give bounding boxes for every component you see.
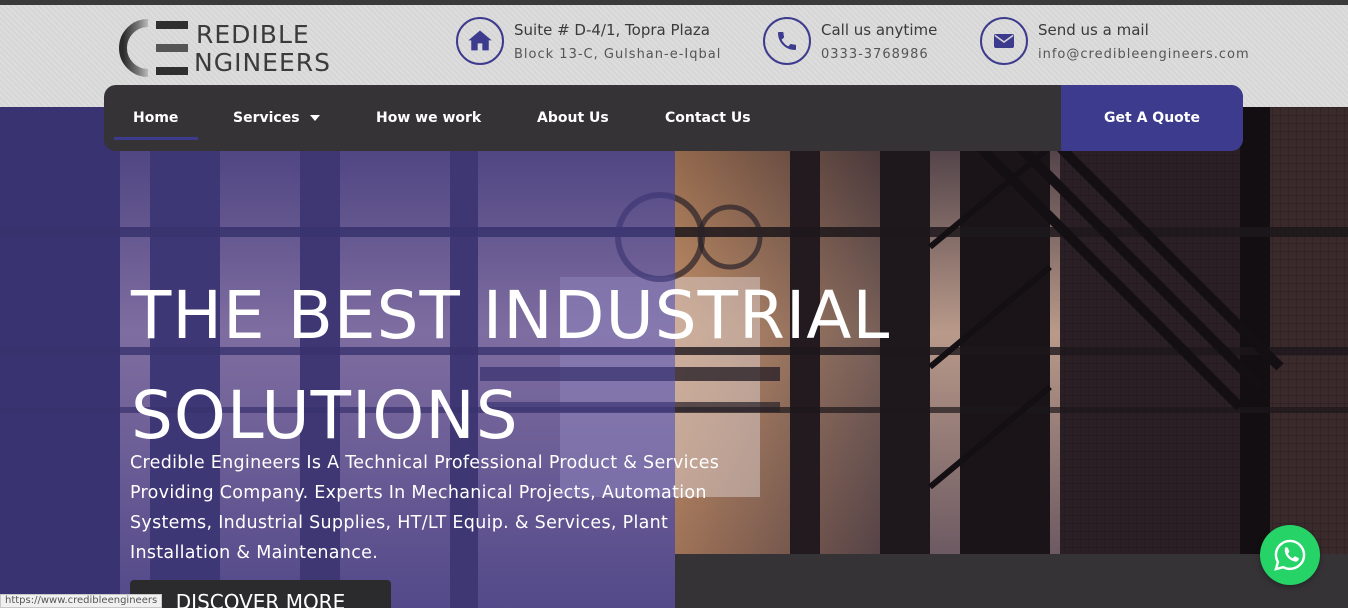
phone-number[interactable]: 0333-3768986 — [821, 47, 929, 62]
nav-home-label: Home — [133, 110, 179, 126]
hero-title: THE BEST INDUSTRIAL SOLUTIONS — [131, 266, 911, 466]
hero-description: Credible Engineers Is A Technical Profes… — [130, 453, 720, 563]
nav-about-us-label: About Us — [537, 110, 609, 126]
site-logo[interactable]: REDIBLE NGINEERS — [112, 19, 330, 79]
home-icon — [468, 30, 492, 51]
phone-icon-circle — [763, 17, 811, 65]
logo-line-1: REDIBLE — [196, 20, 310, 49]
nav-how-we-work-label: How we work — [376, 110, 482, 126]
mail-address[interactable]: info@credibleengineers.com — [1038, 47, 1250, 62]
discover-more-button[interactable]: DISCOVER MORE — [130, 580, 391, 608]
hero-title-line-1: THE BEST INDUSTRIAL — [131, 277, 891, 354]
phone-title: Call us anytime — [821, 21, 938, 39]
phone-icon — [778, 32, 796, 50]
nav-services-label: Services — [233, 110, 300, 126]
address-icon-circle — [456, 17, 504, 65]
address-title: Suite # D-4/1, Topra Plaza — [514, 21, 710, 39]
hero-dark-block — [675, 554, 1348, 608]
status-bar-url: https://www.credibleengineers — [0, 594, 163, 608]
envelope-icon — [994, 34, 1014, 48]
nav-how-we-work[interactable]: How we work — [376, 85, 481, 151]
nav-contact-us[interactable]: Contact Us — [665, 85, 751, 151]
address-detail: Block 13-C, Gulshan-e-Iqbal — [514, 47, 722, 62]
nav-services[interactable]: Services — [233, 85, 320, 151]
logo-line-2: NGINEERS — [194, 48, 331, 77]
logo-mark-icon — [119, 19, 188, 77]
nav-about-us[interactable]: About Us — [537, 85, 609, 151]
nav-home[interactable]: Home — [133, 85, 178, 151]
logo-text: REDIBLE NGINEERS — [194, 20, 331, 77]
nav-active-indicator — [114, 137, 198, 140]
main-nav: Home Services How we work About Us Conta… — [104, 85, 1243, 151]
get-a-quote-button[interactable]: Get A Quote — [1061, 85, 1243, 151]
mail-title: Send us a mail — [1038, 21, 1149, 39]
whatsapp-button[interactable] — [1260, 525, 1320, 585]
nav-contact-us-label: Contact Us — [665, 110, 751, 126]
caret-down-icon — [309, 115, 320, 121]
mail-icon-circle — [980, 17, 1028, 65]
whatsapp-icon — [1274, 539, 1306, 571]
